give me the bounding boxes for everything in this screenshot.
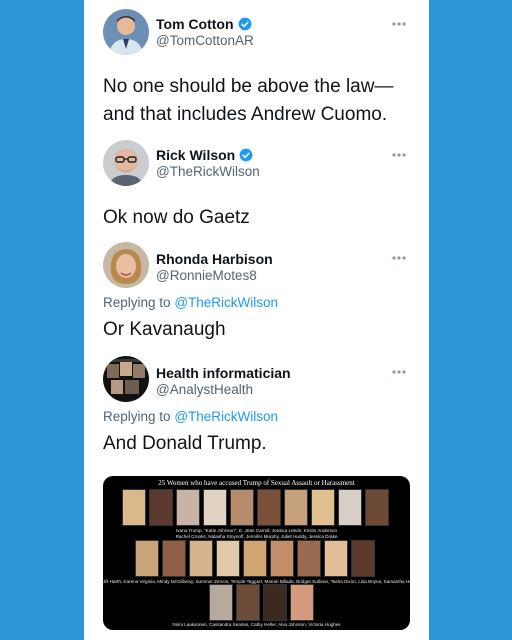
portrait-photo xyxy=(162,540,186,577)
portrait-photo xyxy=(122,489,146,526)
tweet-text-line: Or Kavanaugh xyxy=(103,319,226,340)
portrait-photo xyxy=(351,540,375,577)
tweet-rhonda-harbison[interactable]: Rhonda Harbison @RonnieMotes8 Replying t… xyxy=(103,242,417,352)
replying-to-mention[interactable]: @TheRickWilson xyxy=(174,295,278,310)
verified-badge-icon xyxy=(238,17,251,31)
tweet-tom-cotton[interactable]: Tom Cotton @TomCottonAR No one should be… xyxy=(103,9,417,129)
portrait-photo xyxy=(216,540,240,577)
replying-to: Replying to @TheRickWilson xyxy=(103,295,278,310)
portrait-photo xyxy=(270,540,294,577)
user-handle[interactable]: @RonnieMotes8 xyxy=(156,268,257,283)
portrait-photo xyxy=(338,489,362,526)
avatar-rhonda-harbison[interactable] xyxy=(103,242,149,288)
display-name[interactable]: Rhonda Harbison xyxy=(156,251,273,267)
display-name-text[interactable]: Health informatician xyxy=(156,365,291,381)
portrait-photo xyxy=(209,584,233,621)
portrait-photo xyxy=(243,540,267,577)
display-name[interactable]: Health informatician xyxy=(156,365,291,381)
portrait-photo xyxy=(284,489,308,526)
portrait-photo xyxy=(324,540,348,577)
tweet-text-line: No one should be above the law— xyxy=(103,76,394,97)
portrait-photo xyxy=(263,584,287,621)
tweet-text-line: and that includes Andrew Cuomo. xyxy=(103,104,388,125)
display-name[interactable]: Rick Wilson xyxy=(156,147,253,163)
tweet-media-image[interactable]: 25 Women who have accused Trump of Sexua… xyxy=(103,476,410,630)
more-options-icon[interactable] xyxy=(391,21,407,27)
portrait-photo xyxy=(230,489,254,526)
media-caption-line: Ninni Laaksonen, Cassandra Searles, Cath… xyxy=(172,622,341,627)
display-name[interactable]: Tom Cotton xyxy=(156,16,252,32)
avatar-health-informatician[interactable] xyxy=(103,356,149,402)
user-handle[interactable]: @TheRickWilson xyxy=(156,164,260,179)
more-options-icon[interactable] xyxy=(391,152,407,158)
tweet-text-line: And Donald Trump. xyxy=(103,433,267,454)
portrait-photo xyxy=(365,489,389,526)
more-options-icon[interactable] xyxy=(391,369,407,375)
avatar-tom-cotton[interactable] xyxy=(103,9,149,55)
avatar-rick-wilson[interactable] xyxy=(103,140,149,186)
portrait-photo xyxy=(311,489,335,526)
replying-to-mention[interactable]: @TheRickWilson xyxy=(174,409,278,424)
portrait-photo xyxy=(203,489,227,526)
tweet-thread-card: Tom Cotton @TomCottonAR No one should be… xyxy=(84,0,429,640)
portrait-photo xyxy=(236,584,260,621)
more-options-icon[interactable] xyxy=(391,255,407,261)
tweet-health-informatician[interactable]: Health informatician @AnalystHealth Repl… xyxy=(103,356,417,466)
portrait-photo xyxy=(135,540,159,577)
verified-badge-icon xyxy=(239,148,253,162)
display-name-text[interactable]: Rhonda Harbison xyxy=(156,251,273,267)
media-caption-line: Ivana Trump, "Katie Johnson", E. Jean Ca… xyxy=(175,528,338,533)
user-handle[interactable]: @AnalystHealth xyxy=(156,382,253,397)
replying-to-label: Replying to xyxy=(103,409,171,424)
display-name-text[interactable]: Tom Cotton xyxy=(156,16,234,32)
photo-row xyxy=(209,584,314,621)
tweet-rick-wilson[interactable]: Rick Wilson @TheRickWilson Ok now do Gae… xyxy=(103,140,417,235)
portrait-photo xyxy=(149,489,173,526)
portrait-photo xyxy=(257,489,281,526)
user-handle[interactable]: @TomCottonAR xyxy=(156,33,254,48)
photo-row xyxy=(122,489,389,526)
portrait-photo xyxy=(176,489,200,526)
portrait-photo xyxy=(189,540,213,577)
portrait-photo xyxy=(297,540,321,577)
media-title: 25 Women who have accused Trump of Sexua… xyxy=(158,479,355,487)
photo-row xyxy=(135,540,375,577)
portrait-photo xyxy=(290,584,314,621)
tweet-text-line: Ok now do Gaetz xyxy=(103,207,250,228)
replying-to-label: Replying to xyxy=(103,295,171,310)
display-name-text[interactable]: Rick Wilson xyxy=(156,147,235,163)
replying-to: Replying to @TheRickWilson xyxy=(103,409,278,424)
media-caption-line: Rachel Crooks, Natasha Stoynoff, Jennife… xyxy=(175,534,338,539)
